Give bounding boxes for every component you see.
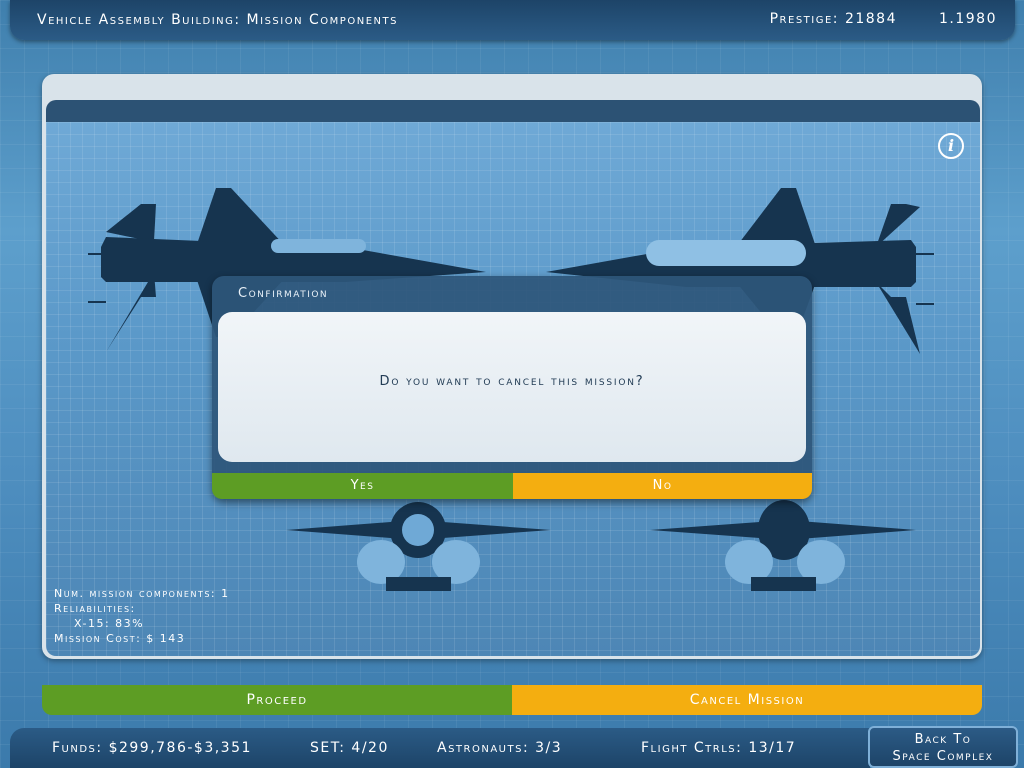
reliability-item: X-15: 83% xyxy=(74,617,145,630)
proceed-button[interactable]: Proceed xyxy=(42,685,512,715)
left-plane-front-view xyxy=(286,502,551,591)
page-title: Vehicle Assembly Building: Mission Compo… xyxy=(37,12,398,28)
yes-button[interactable]: Yes xyxy=(212,473,513,499)
back-button-line1: Back To xyxy=(914,732,972,747)
back-to-space-complex-button[interactable]: Back To Space Complex xyxy=(868,726,1018,768)
astronauts-readout: Astronauts: 3/3 xyxy=(437,740,563,756)
info-icon[interactable]: i xyxy=(938,133,964,159)
right-plane-front-view xyxy=(650,500,916,591)
dialog-title: Confirmation xyxy=(238,286,329,301)
dialog-message: Do you want to cancel this mission? xyxy=(379,374,645,389)
no-button[interactable]: No xyxy=(513,473,812,499)
cancel-mission-button[interactable]: Cancel Mission xyxy=(512,685,982,715)
top-bar: Vehicle Assembly Building: Mission Compo… xyxy=(10,0,1015,40)
prestige-readout: Prestige: 21884 xyxy=(769,11,897,27)
funds-readout: Funds: $299,786-$3,351 xyxy=(52,740,252,756)
date-readout: 1.1980 xyxy=(939,11,997,27)
set-readout: SET: 4/20 xyxy=(310,740,389,756)
status-bar: Funds: $299,786-$3,351 SET: 4/20 Astrona… xyxy=(10,728,870,768)
back-button-line2: Space Complex xyxy=(892,749,994,764)
confirmation-dialog: Confirmation Do you want to cancel this … xyxy=(212,276,812,500)
flight-controllers-readout: Flight Ctrls: 13/17 xyxy=(641,740,797,756)
reliabilities-label: Reliabilities: xyxy=(54,602,136,615)
assembly-frame-header xyxy=(46,100,980,124)
dialog-body: Do you want to cancel this mission? xyxy=(218,312,806,462)
mission-stats: Num. mission components: 1 Reliabilities… xyxy=(54,586,230,646)
components-count: Num. mission components: 1 xyxy=(54,587,230,600)
mission-cost: Mission Cost: $ 143 xyxy=(54,632,186,645)
